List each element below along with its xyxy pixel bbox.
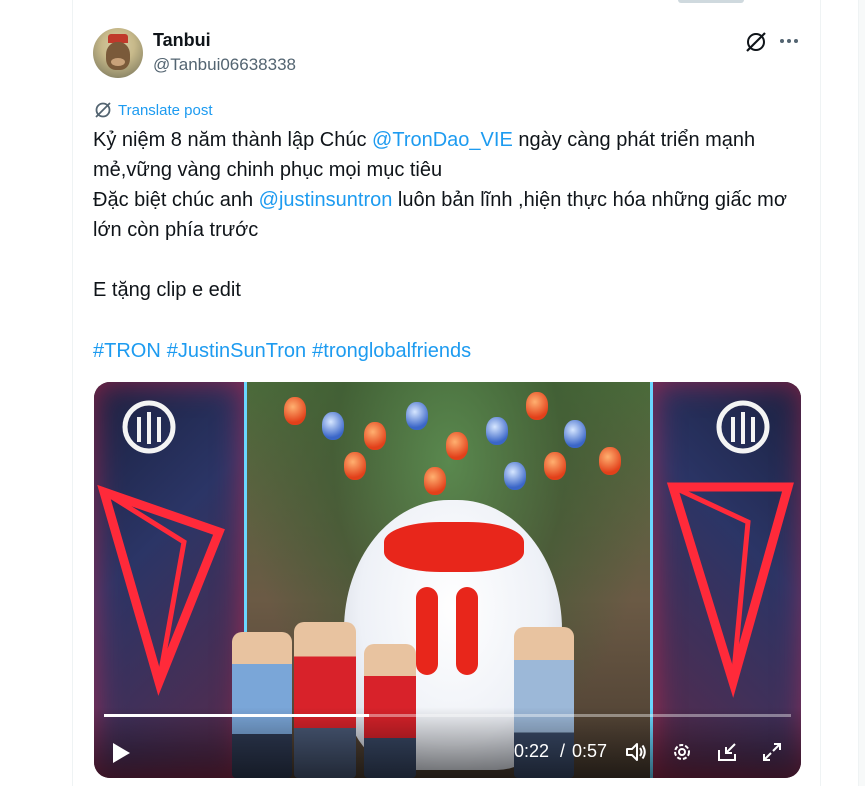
video-total-time: 0:57 bbox=[572, 741, 608, 761]
more-icon[interactable] bbox=[778, 30, 800, 52]
scrollbar[interactable] bbox=[858, 0, 865, 786]
lantern bbox=[486, 417, 508, 445]
mention-trondao-vie[interactable]: @TronDao_VIE bbox=[372, 129, 513, 151]
author-handle[interactable]: @Tanbui06638338 bbox=[153, 55, 296, 75]
lantern bbox=[446, 432, 468, 460]
grok-icon[interactable] bbox=[744, 30, 768, 54]
tweet-text: Kỷ niệm 8 năm thành lập Chúc @TronDao_VI… bbox=[93, 125, 813, 305]
avatar[interactable] bbox=[93, 28, 143, 78]
lantern bbox=[344, 452, 366, 480]
timeline-border-left bbox=[72, 0, 73, 786]
play-icon[interactable] bbox=[110, 741, 132, 765]
author-display-name[interactable]: Tanbui bbox=[153, 30, 211, 51]
fullscreen-icon[interactable] bbox=[760, 740, 784, 764]
previous-post-edge bbox=[678, 0, 744, 3]
timeline-border-right bbox=[820, 0, 821, 786]
lantern bbox=[424, 467, 446, 495]
avatar-mouth bbox=[111, 58, 125, 66]
translate-post-button[interactable]: Translate post bbox=[94, 101, 213, 119]
translate-label: Translate post bbox=[118, 101, 213, 119]
video-time-separator: / bbox=[560, 741, 566, 761]
lantern bbox=[599, 447, 621, 475]
tron-mascot-face bbox=[384, 522, 524, 572]
lantern bbox=[364, 422, 386, 450]
lantern bbox=[564, 420, 586, 448]
tweet-text-part: Kỷ niệm 8 năm thành lập Chúc bbox=[93, 129, 373, 151]
tron-mascot-stripe bbox=[416, 587, 438, 675]
pip-icon[interactable] bbox=[715, 740, 739, 764]
video-progress-fill bbox=[104, 714, 370, 717]
settings-icon[interactable] bbox=[670, 740, 694, 764]
volume-icon[interactable] bbox=[624, 740, 648, 764]
mention-justinsuntron[interactable]: @justinsuntron bbox=[259, 189, 393, 211]
translate-icon bbox=[95, 102, 111, 118]
lantern bbox=[526, 392, 548, 420]
tron-mascot-stripe bbox=[456, 587, 478, 675]
video-controls: 0:22 / 0:57 bbox=[94, 707, 801, 778]
video-current-time: 0:22 bbox=[514, 741, 550, 761]
lantern bbox=[284, 397, 306, 425]
lantern bbox=[406, 402, 428, 430]
hashtag-tronglobalfriends[interactable]: #tronglobalfriends bbox=[312, 340, 471, 362]
hashtag-justinsuntron[interactable]: #JustinSunTron bbox=[167, 340, 306, 362]
lantern bbox=[322, 412, 344, 440]
lantern bbox=[544, 452, 566, 480]
hashtag-tron[interactable]: #TRON bbox=[93, 340, 161, 362]
hashtag-list: #TRON #JustinSunTron #tronglobalfriends bbox=[93, 336, 477, 366]
lantern bbox=[504, 462, 526, 490]
video-player[interactable]: 0:22 / 0:57 bbox=[94, 382, 801, 778]
video-progress-bar[interactable] bbox=[104, 714, 791, 717]
